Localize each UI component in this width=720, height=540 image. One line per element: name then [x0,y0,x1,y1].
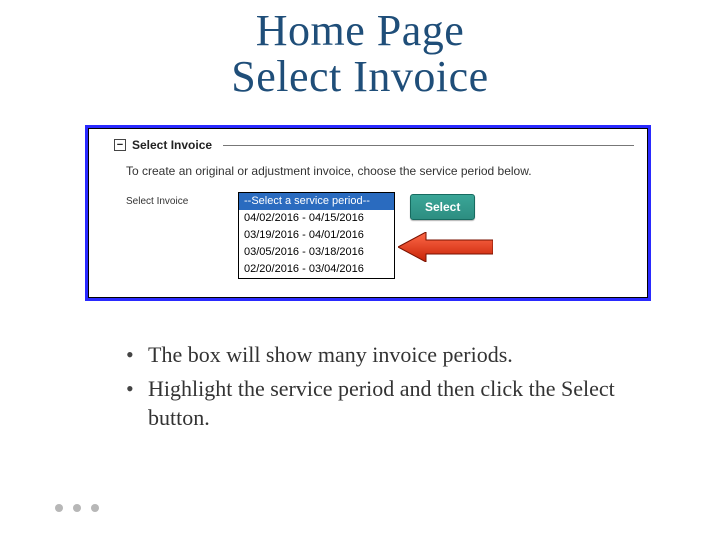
screenshot-frame: − Select Invoice To create an original o… [85,125,651,301]
bullet-text: The box will show many invoice periods. [148,342,513,367]
bullet-text: Highlight the service period and then cl… [148,376,615,431]
select-button-label: Select [425,200,460,214]
dot-icon [55,504,63,512]
title-line-2: Select Invoice [231,52,488,101]
screenshot-inner: − Select Invoice To create an original o… [88,128,648,298]
listbox-option[interactable]: 03/19/2016 - 04/01/2016 [239,227,394,244]
instruction-text: To create an original or adjustment invo… [126,164,532,178]
arrow-icon [398,232,493,262]
bullet-item: Highlight the service period and then cl… [120,374,640,433]
section-header: − Select Invoice [114,138,212,152]
slide: Home Page Select Invoice − Select Invoic… [0,0,720,540]
collapse-icon[interactable]: − [114,139,126,151]
section-title: Select Invoice [132,138,212,152]
listbox-option[interactable]: 02/20/2016 - 03/04/2016 [239,261,394,278]
service-period-listbox[interactable]: --Select a service period-- 04/02/2016 -… [238,192,395,279]
listbox-option-placeholder[interactable]: --Select a service period-- [239,193,394,210]
section-rule [223,145,634,146]
dot-icon [73,504,81,512]
field-label: Select Invoice [126,196,188,207]
dot-icon [91,504,99,512]
bullet-item: The box will show many invoice periods. [120,340,640,370]
listbox-option[interactable]: 03/05/2016 - 03/18/2016 [239,244,394,261]
slide-title: Home Page Select Invoice [0,0,720,100]
select-button[interactable]: Select [410,194,475,220]
title-line-1: Home Page [256,6,465,55]
listbox-option[interactable]: 04/02/2016 - 04/15/2016 [239,210,394,227]
bullet-list: The box will show many invoice periods. … [120,340,640,437]
slide-dots [55,504,99,512]
